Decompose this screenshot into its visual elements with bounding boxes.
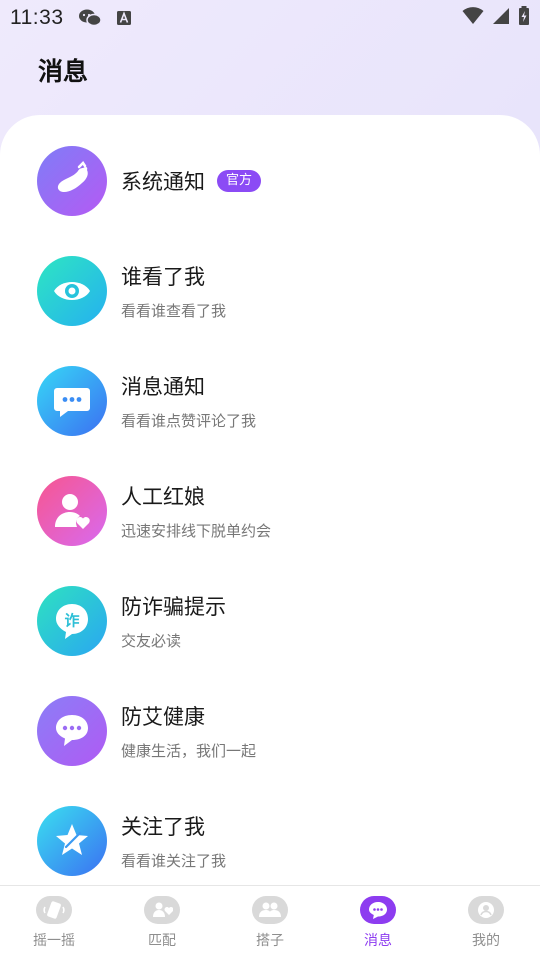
item-subtitle: 看看谁点赞评论了我 [121, 412, 257, 430]
item-title: 系统通知 [121, 170, 205, 194]
chat-bubbles-icon [37, 696, 107, 766]
list-item-followers[interactable]: 关注了我 看看谁关注了我 [0, 791, 540, 885]
item-title: 防艾健康 [121, 705, 205, 729]
wechat-icon [78, 8, 102, 28]
item-title: 防诈骗提示 [121, 595, 226, 619]
eye-icon [37, 256, 107, 326]
official-badge: 官方 [217, 170, 262, 192]
svg-text:诈: 诈 [64, 612, 79, 630]
eggplant-icon [37, 146, 107, 216]
tab-match[interactable]: 匹配 [108, 886, 216, 960]
bottom-tab-bar: 摇一摇 匹配 搭子 消息 我的 [0, 885, 540, 960]
chat-bubble-icon [37, 366, 107, 436]
zha-shield-icon: 诈 [37, 586, 107, 656]
tab-shake[interactable]: 摇一摇 [0, 886, 108, 960]
list-item-message-notice[interactable]: 消息通知 看看谁点赞评论了我 [0, 351, 540, 451]
item-subtitle: 健康生活，我们一起 [121, 742, 257, 760]
battery-icon [518, 6, 530, 30]
tab-label: 消息 [364, 933, 392, 949]
match-icon [144, 896, 180, 924]
shake-icon [36, 896, 72, 924]
item-subtitle: 看看谁关注了我 [121, 852, 227, 870]
list-item-anti-fraud[interactable]: 诈 防诈骗提示 交友必读 [0, 571, 540, 671]
user-heart-icon [37, 476, 107, 546]
status-bar: 11:33 [0, 0, 540, 36]
item-title: 消息通知 [121, 375, 205, 399]
profile-icon [468, 896, 504, 924]
list-item-matchmaker[interactable]: 人工红娘 迅速安排线下脱单约会 [0, 461, 540, 561]
font-app-icon [116, 10, 132, 26]
tab-label: 我的 [472, 933, 500, 949]
tab-messages[interactable]: 消息 [324, 886, 432, 960]
list-item-who-viewed-me[interactable]: 谁看了我 看看谁查看了我 [0, 241, 540, 341]
item-subtitle: 迅速安排线下脱单约会 [121, 522, 272, 540]
item-title: 谁看了我 [121, 265, 205, 289]
tab-label: 搭子 [256, 933, 284, 949]
page-title: 消息 [38, 57, 89, 86]
message-list: 系统通知 官方 谁看了我 看看谁查看了我 消息通知 看看谁点赞评论了我 人工红娘… [0, 115, 540, 885]
item-subtitle: 交友必读 [121, 632, 182, 650]
list-item-system-notice[interactable]: 系统通知 官方 [0, 131, 540, 231]
tab-label: 匹配 [148, 933, 176, 949]
star-icon [37, 806, 107, 876]
signal-icon [492, 7, 510, 29]
tab-partner[interactable]: 搭子 [216, 886, 324, 960]
list-item-aids-prevention[interactable]: 防艾健康 健康生活，我们一起 [0, 681, 540, 781]
tab-label: 摇一摇 [33, 933, 75, 949]
status-time: 11:33 [10, 6, 64, 29]
partner-icon [252, 896, 288, 924]
message-icon [360, 896, 396, 924]
tab-profile[interactable]: 我的 [432, 886, 540, 960]
item-title: 关注了我 [121, 815, 205, 839]
wifi-icon [462, 7, 484, 29]
item-title: 人工红娘 [121, 485, 205, 509]
item-subtitle: 看看谁查看了我 [121, 302, 227, 320]
